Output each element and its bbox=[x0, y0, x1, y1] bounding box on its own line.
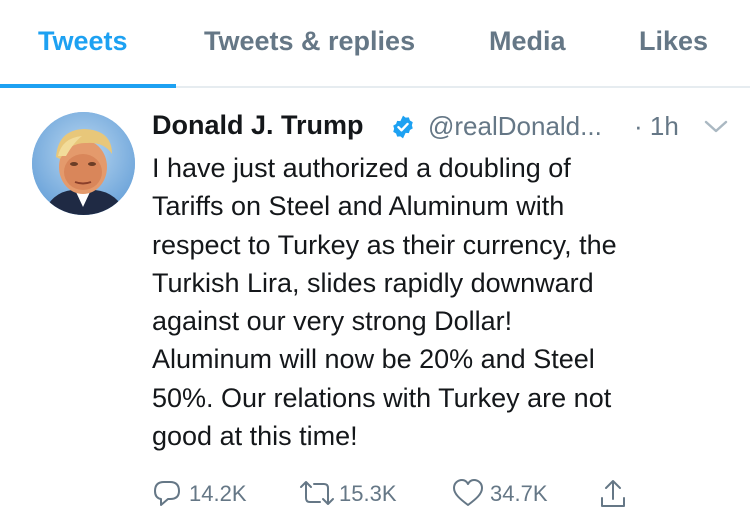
verified-badge-icon bbox=[393, 115, 413, 139]
share-button[interactable] bbox=[598, 474, 632, 514]
reply-icon bbox=[154, 481, 180, 506]
avatar[interactable] bbox=[32, 112, 135, 215]
author-name[interactable]: Donald J. Trump bbox=[152, 110, 364, 141]
reply-count: 14.2K bbox=[189, 481, 247, 506]
like-count: 34.7K bbox=[490, 481, 548, 506]
tweet-text-line: good at this time! bbox=[152, 421, 358, 452]
retweet-icon bbox=[300, 481, 334, 505]
profile-tabs: Tweets Tweets & replies Media Likes bbox=[0, 0, 750, 88]
tweet-timestamp[interactable]: · 1h bbox=[634, 111, 679, 142]
tweet-actions: 14.2K 15.3K 34.7K bbox=[152, 474, 712, 514]
tweet-header: Donald J. Trump @realDonald... · 1h bbox=[152, 110, 732, 146]
tweet-text-line: Aluminum will now be 20% and Steel bbox=[152, 344, 595, 375]
tweet-text: I have just authorized a doubling of Tar… bbox=[152, 149, 737, 455]
tab-tweets[interactable]: Tweets bbox=[38, 26, 128, 57]
tweet-text-line: respect to Turkey as their currency, the bbox=[152, 229, 617, 260]
tab-tweets-and-replies[interactable]: Tweets & replies bbox=[204, 26, 415, 57]
tweet-text-line: Tariffs on Steel and Aluminum with bbox=[152, 191, 565, 222]
avatar-image bbox=[32, 112, 135, 215]
author-handle[interactable]: @realDonald... bbox=[428, 111, 602, 142]
retweet-button[interactable]: 15.3K bbox=[299, 474, 414, 514]
tweet-text-line: against our very strong Dollar! bbox=[152, 306, 513, 337]
tweet-text-line: I have just authorized a doubling of bbox=[152, 153, 571, 183]
tweet[interactable]: Donald J. Trump @realDonald... · 1h I ha… bbox=[0, 88, 750, 519]
like-icon bbox=[453, 479, 483, 506]
share-icon bbox=[601, 480, 625, 507]
tab-media[interactable]: Media bbox=[489, 26, 566, 57]
tab-likes[interactable]: Likes bbox=[639, 26, 708, 57]
reply-button[interactable]: 14.2K bbox=[152, 474, 262, 514]
tweet-text-line: Turkish Lira, slides rapidly downward bbox=[152, 267, 594, 298]
like-button[interactable]: 34.7K bbox=[452, 474, 562, 514]
retweet-count: 15.3K bbox=[339, 481, 397, 506]
tweet-text-line: 50%. Our relations with Turkey are not bbox=[152, 382, 612, 413]
chevron-down-icon[interactable] bbox=[704, 120, 728, 134]
profile-timeline: Tweets Tweets & replies Media Likes Dona… bbox=[0, 0, 750, 519]
